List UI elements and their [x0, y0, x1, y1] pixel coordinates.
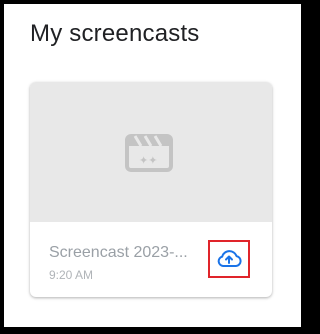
svg-text:✦✦: ✦✦ — [139, 154, 157, 167]
screencast-thumbnail[interactable]: ✦✦ — [30, 82, 272, 222]
upload-button[interactable] — [208, 240, 250, 278]
page-title: My screencasts — [30, 20, 200, 47]
movie-clapperboard-icon: ✦✦ — [125, 134, 173, 172]
screencast-title: Screencast 2023-... — [49, 244, 188, 261]
screencast-card[interactable]: ✦✦ Screencast 2023-... 9:20 AM — [30, 82, 272, 297]
screencasts-panel: My screencasts ✦✦ Screencast 2023-... 9:… — [2, 2, 303, 329]
cloud-upload-icon — [217, 250, 242, 267]
screencast-time: 9:20 AM — [49, 268, 94, 282]
